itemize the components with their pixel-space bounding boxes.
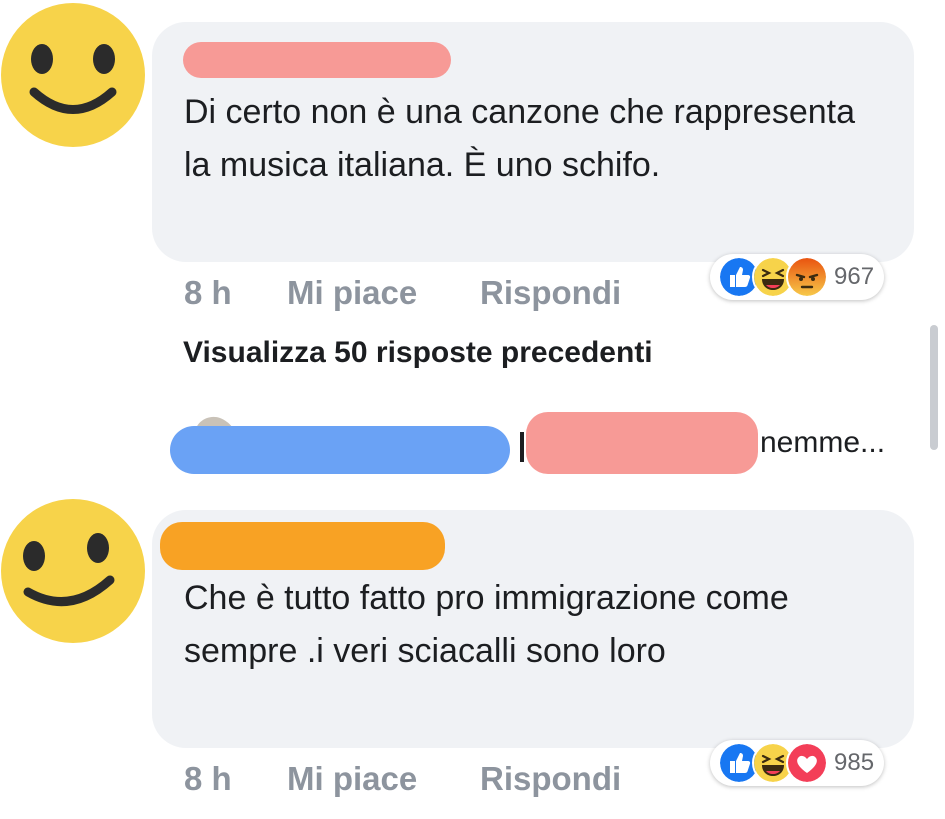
comment-timestamp[interactable]: 8 h: [184, 760, 232, 798]
reaction-summary[interactable]: 967: [710, 254, 885, 300]
reply-button[interactable]: Rispondi: [480, 760, 621, 798]
comment-bubble: Che è tutto fatto pro immigrazione come …: [152, 510, 914, 748]
comment-text: Che è tutto fatto pro immigrazione come …: [184, 579, 789, 670]
like-button[interactable]: Mi piace: [287, 760, 417, 798]
reaction-count: 985: [834, 749, 875, 776]
reaction-summary[interactable]: 985: [710, 740, 885, 786]
comment-text: Di certo non è una canzone che rappresen…: [184, 93, 856, 184]
view-previous-replies-link[interactable]: Visualizza 50 risposte precedenti: [183, 336, 653, 370]
redacted-reply-name: [526, 412, 758, 474]
scrollbar[interactable]: [930, 325, 938, 450]
reply-preview-text: nemme...: [760, 426, 886, 459]
reply-text-fragment-cursor: [520, 432, 524, 462]
redacted-author-name: [160, 522, 445, 570]
comment-timestamp[interactable]: 8 h: [184, 274, 232, 312]
redacted-reply-author: [170, 426, 510, 474]
reply-button[interactable]: Rispondi: [480, 274, 621, 312]
smiley-avatar-icon[interactable]: [0, 498, 146, 644]
angry-icon: [786, 256, 828, 298]
redacted-author-name: [183, 42, 451, 78]
love-icon: [786, 742, 828, 784]
reaction-count: 967: [834, 263, 875, 290]
smiley-avatar-icon[interactable]: [0, 2, 146, 148]
comment-bubble: Di certo non è una canzone che rappresen…: [152, 22, 914, 262]
like-button[interactable]: Mi piace: [287, 274, 417, 312]
